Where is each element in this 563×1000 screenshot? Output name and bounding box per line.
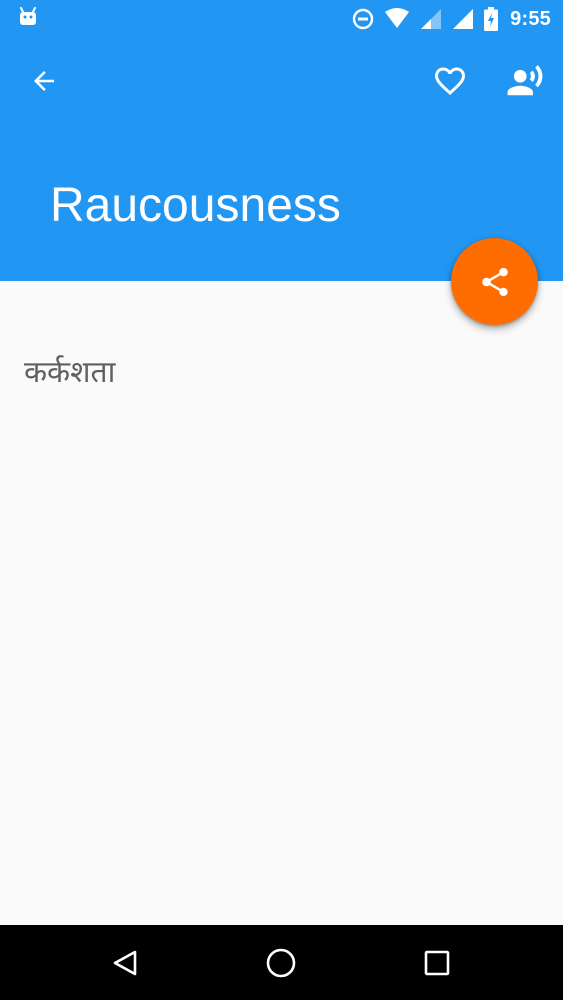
do-not-disturb-icon [352, 8, 374, 30]
word-meaning: कर्कशता [24, 355, 116, 390]
nav-home-icon [266, 948, 296, 978]
wifi-icon [384, 8, 410, 30]
status-time: 9:55 [510, 7, 551, 30]
app-bar: 9:55 Raucousness [0, 0, 563, 281]
signal-icon [452, 8, 474, 30]
nav-back-icon [113, 950, 137, 976]
nav-recents-icon [424, 950, 450, 976]
heart-outline-icon [435, 67, 465, 96]
screen: 9:55 Raucousness कर्कशता [0, 0, 563, 1000]
back-button[interactable] [20, 57, 68, 105]
battery-charging-icon [484, 7, 499, 31]
headword-title: Raucousness [50, 179, 341, 232]
record-voice-icon [507, 65, 543, 96]
signal-icon [420, 8, 442, 30]
share-icon [481, 267, 508, 296]
nav-back-button[interactable] [99, 937, 151, 989]
status-icons: 9:55 [352, 6, 551, 32]
share-fab-button[interactable] [451, 238, 538, 325]
nav-recents-button[interactable] [411, 937, 463, 989]
favorite-button[interactable] [426, 57, 474, 105]
speak-button[interactable] [501, 57, 549, 105]
status-bar: 9:55 [0, 0, 563, 38]
android-notification-icon [18, 7, 38, 27]
nav-home-button[interactable] [255, 937, 307, 989]
arrow-back-icon [34, 71, 54, 91]
navigation-bar [0, 925, 563, 1000]
